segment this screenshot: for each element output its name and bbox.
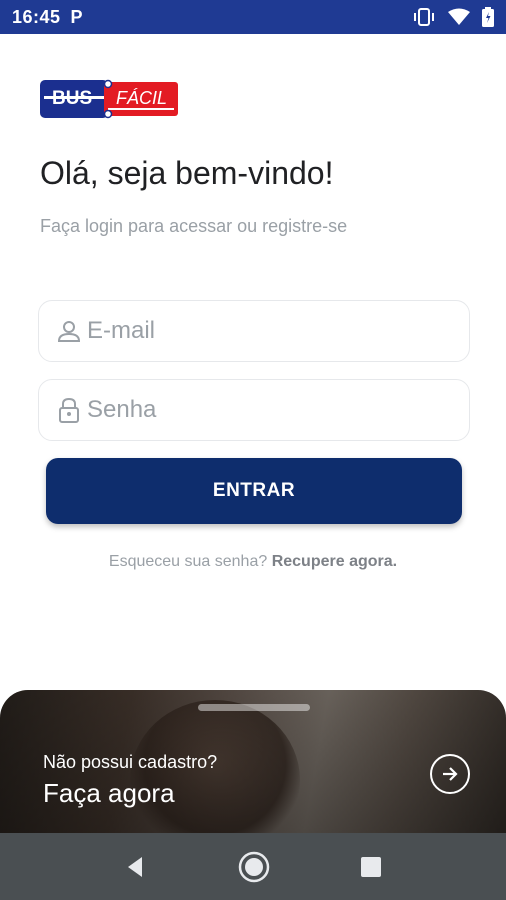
status-time: 16:45 <box>12 6 61 27</box>
wifi-icon <box>448 8 470 25</box>
forgot-password: Esqueceu sua senha? Recupere agora. <box>0 553 506 571</box>
battery-icon <box>482 7 494 27</box>
logo-facil-text: FÁCIL <box>116 88 168 108</box>
password-input[interactable] <box>87 396 447 424</box>
home-icon[interactable] <box>237 850 271 884</box>
banner-cta[interactable]: Faça agora <box>43 778 175 809</box>
register-banner[interactable]: Não possui cadastro? Faça agora <box>0 690 506 833</box>
forgot-question: Esqueceu sua senha? <box>108 553 268 570</box>
login-subtitle: Faça login para acessar ou registre-se <box>40 216 348 236</box>
drag-handle[interactable] <box>198 704 310 711</box>
banner-question: Não possui cadastro? <box>43 752 218 772</box>
recover-link[interactable]: Recupere agora. <box>272 553 397 570</box>
lock-icon <box>55 396 83 424</box>
navigation-bar <box>0 833 506 900</box>
login-button[interactable]: ENTRAR <box>46 458 462 524</box>
vibrate-icon <box>414 8 434 26</box>
status-bar: 16:45 P <box>0 0 506 34</box>
password-field[interactable] <box>38 379 470 441</box>
email-input[interactable] <box>87 317 447 345</box>
arrow-right-icon[interactable] <box>430 754 470 794</box>
back-icon[interactable] <box>124 855 148 879</box>
bus-facil-logo: BUS FÁCIL <box>40 78 180 120</box>
status-icons <box>412 7 494 27</box>
parking-notification-icon: P <box>70 6 83 27</box>
welcome-title: Olá, seja bem-vindo! <box>40 155 334 191</box>
email-field[interactable] <box>38 300 470 362</box>
user-icon <box>55 317 83 345</box>
recents-icon[interactable] <box>360 856 382 878</box>
logo-bus-text: BUS <box>52 88 93 109</box>
